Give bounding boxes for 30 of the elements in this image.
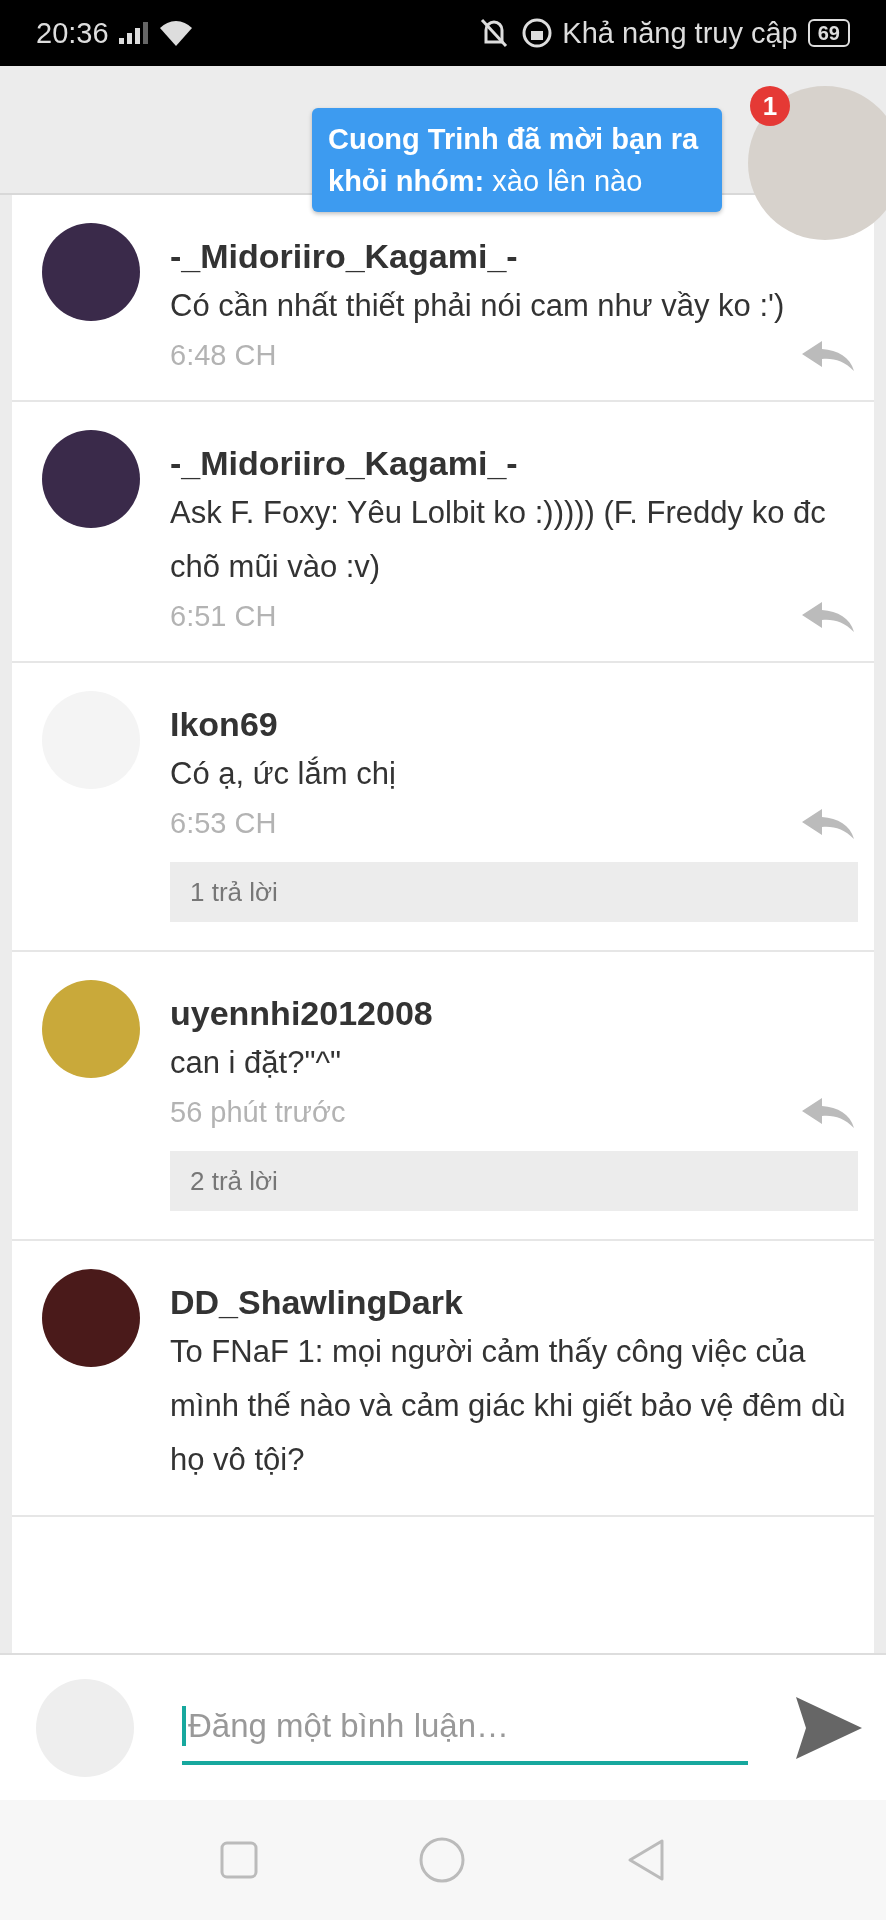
comment-text: can i đặt?"^" — [170, 1044, 342, 1082]
reply-icon[interactable] — [802, 1097, 854, 1128]
comment-text: To FNaF 1: mọi người cảm thấy công việc của mình thế nào và cảm giác khi giết bảo vệ đêm dù họ vô tội? — [170, 1333, 847, 1479]
recent-apps-icon[interactable] — [220, 1841, 259, 1879]
comment-author[interactable]: uyennhi2012008 — [170, 990, 854, 1036]
reply-icon[interactable] — [802, 601, 854, 632]
comment-time: 6:53 CH — [170, 807, 277, 840]
unread-count-badge: 1 — [750, 86, 790, 126]
battery-level: 69 — [807, 19, 850, 47]
comment-text: Có ạ, ức lắm chị — [170, 755, 397, 793]
comment-author[interactable]: -_Midoriiro_Kagami_- — [170, 440, 854, 486]
home-icon[interactable] — [419, 1837, 465, 1883]
comment-text: Có cần nhất thiết phải nói cam như vầy ko :') — [170, 287, 786, 325]
comment-time: 6:48 CH — [170, 339, 277, 372]
accessibility-label: Khả năng truy cập — [562, 16, 798, 50]
reply-icon[interactable] — [802, 340, 854, 371]
comment-author[interactable]: DD_ShawlingDark — [170, 1279, 854, 1325]
comment-text: Ask F. Foxy: Yêu Lolbit ko :))))) (F. Freddy ko đc chõ mũi vào :v) — [170, 494, 827, 586]
comment-time: 6:51 CH — [170, 600, 277, 633]
comment-author[interactable]: -_Midoriiro_Kagami_- — [170, 233, 854, 279]
lock-rotation-icon — [522, 18, 553, 48]
replies-button[interactable]: 2 trả lời — [170, 1151, 858, 1211]
send-icon[interactable] — [796, 1696, 862, 1759]
clock-time: 20:36 — [36, 16, 109, 50]
replies-button[interactable]: 1 trả lời — [170, 862, 858, 922]
comment-author[interactable]: Ikon69 — [170, 701, 854, 747]
signal-icon — [118, 22, 149, 44]
wifi-icon — [158, 20, 193, 46]
comment-time: 56 phút trước — [170, 1096, 346, 1129]
reply-icon[interactable] — [802, 808, 854, 839]
